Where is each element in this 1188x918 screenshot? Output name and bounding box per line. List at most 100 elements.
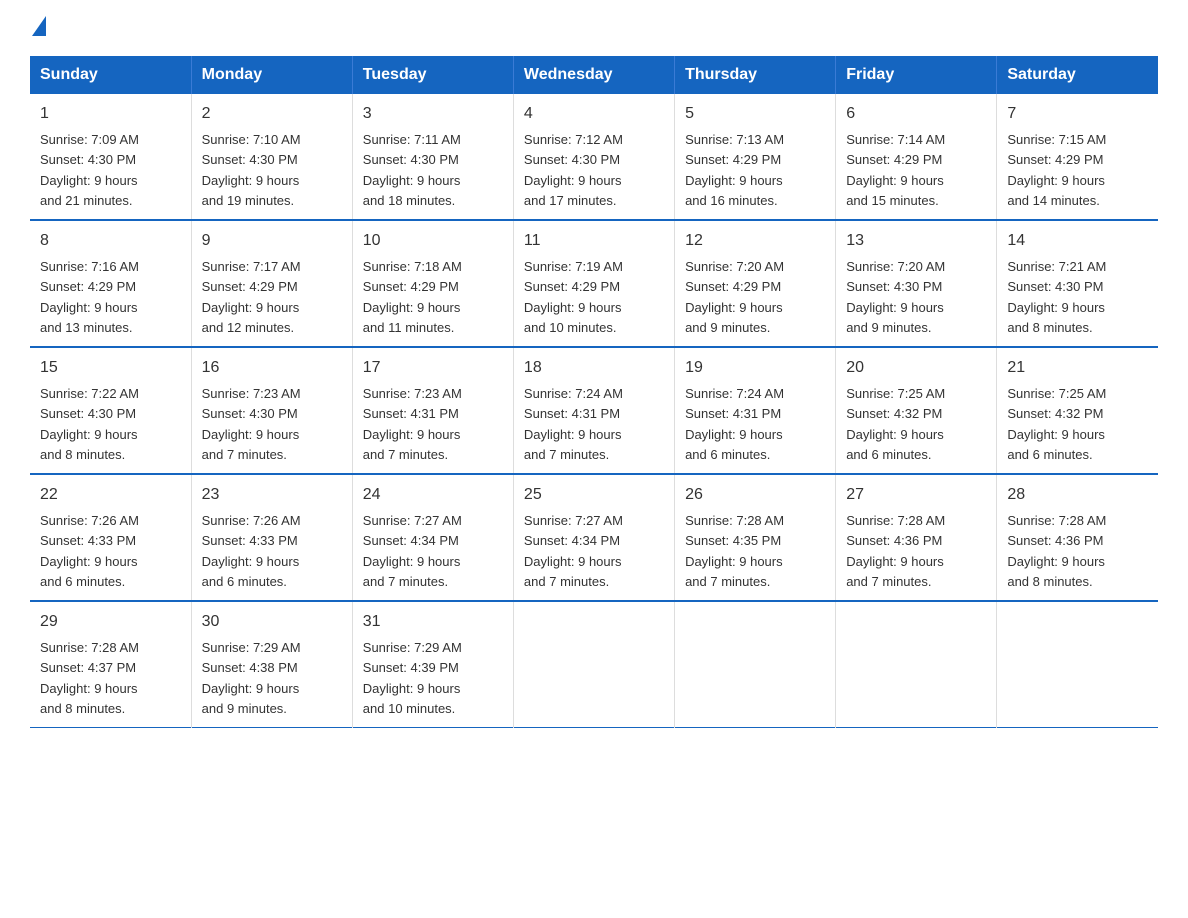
day-number: 21 xyxy=(1007,356,1148,380)
day-info: Sunrise: 7:27 AMSunset: 4:34 PMDaylight:… xyxy=(363,513,462,589)
calendar-cell: 13 Sunrise: 7:20 AMSunset: 4:30 PMDayligh… xyxy=(836,220,997,347)
day-number: 13 xyxy=(846,229,986,253)
header-friday: Friday xyxy=(836,56,997,94)
week-row-2: 8Sunrise: 7:16 AMSunset: 4:29 PMDaylight… xyxy=(30,220,1158,347)
day-info: Sunrise: 7:25 AMSunset: 4:32 PMDaylight:… xyxy=(1007,386,1106,462)
day-number: 30 xyxy=(202,610,342,634)
day-info: Sunrise: 7:20 AMSunset: 4:29 PMDaylight:… xyxy=(685,259,784,335)
day-number: 24 xyxy=(363,483,503,507)
day-number: 5 xyxy=(685,102,825,126)
day-number: 31 xyxy=(363,610,503,634)
calendar-cell xyxy=(675,601,836,728)
calendar-cell: 7 Sunrise: 7:15 AMSunset: 4:29 PMDaylight… xyxy=(997,94,1158,220)
header-tuesday: Tuesday xyxy=(352,56,513,94)
day-number: 12 xyxy=(685,229,825,253)
day-info: Sunrise: 7:28 AMSunset: 4:37 PMDaylight:… xyxy=(40,640,139,716)
day-info: Sunrise: 7:29 AMSunset: 4:38 PMDaylight:… xyxy=(202,640,301,716)
day-info: Sunrise: 7:20 AMSunset: 4:30 PMDaylight:… xyxy=(846,259,945,335)
calendar-cell: 20Sunrise: 7:25 AMSunset: 4:32 PMDayligh… xyxy=(836,347,997,474)
day-info: Sunrise: 7:15 AMSunset: 4:29 PMDaylight:… xyxy=(1007,132,1106,208)
day-number: 20 xyxy=(846,356,986,380)
day-info: Sunrise: 7:17 AMSunset: 4:29 PMDaylight:… xyxy=(202,259,301,335)
day-number: 26 xyxy=(685,483,825,507)
calendar-cell: 26Sunrise: 7:28 AMSunset: 4:35 PMDayligh… xyxy=(675,474,836,601)
calendar-cell: 18 Sunrise: 7:24 AMSunset: 4:31 PMDayligh… xyxy=(513,347,674,474)
day-info: Sunrise: 7:22 AMSunset: 4:30 PMDaylight:… xyxy=(40,386,139,462)
day-info: Sunrise: 7:26 AMSunset: 4:33 PMDaylight:… xyxy=(202,513,301,589)
day-number: 25 xyxy=(524,483,664,507)
header-saturday: Saturday xyxy=(997,56,1158,94)
calendar-cell: 12 Sunrise: 7:20 AMSunset: 4:29 PMDayligh… xyxy=(675,220,836,347)
calendar-cell: 19 Sunrise: 7:24 AMSunset: 4:31 PMDayligh… xyxy=(675,347,836,474)
calendar-cell: 2 Sunrise: 7:10 AMSunset: 4:30 PMDaylight… xyxy=(191,94,352,220)
week-row-3: 15 Sunrise: 7:22 AMSunset: 4:30 PMDayligh… xyxy=(30,347,1158,474)
calendar-cell: 23 Sunrise: 7:26 AMSunset: 4:33 PMDayligh… xyxy=(191,474,352,601)
calendar-cell: 16 Sunrise: 7:23 AMSunset: 4:30 PMDayligh… xyxy=(191,347,352,474)
day-number: 9 xyxy=(202,229,342,253)
day-number: 10 xyxy=(363,229,503,253)
day-info: Sunrise: 7:09 AMSunset: 4:30 PMDaylight:… xyxy=(40,132,139,208)
day-number: 7 xyxy=(1007,102,1148,126)
day-info: Sunrise: 7:19 AMSunset: 4:29 PMDaylight:… xyxy=(524,259,623,335)
calendar-cell: 10 Sunrise: 7:18 AMSunset: 4:29 PMDayligh… xyxy=(352,220,513,347)
day-number: 29 xyxy=(40,610,181,634)
day-number: 15 xyxy=(40,356,181,380)
calendar-cell: 9 Sunrise: 7:17 AMSunset: 4:29 PMDaylight… xyxy=(191,220,352,347)
day-info: Sunrise: 7:27 AMSunset: 4:34 PMDaylight:… xyxy=(524,513,623,589)
day-info: Sunrise: 7:10 AMSunset: 4:30 PMDaylight:… xyxy=(202,132,301,208)
calendar-cell: 27 Sunrise: 7:28 AMSunset: 4:36 PMDayligh… xyxy=(836,474,997,601)
calendar-cell: 1 Sunrise: 7:09 AMSunset: 4:30 PMDaylight… xyxy=(30,94,191,220)
header-monday: Monday xyxy=(191,56,352,94)
day-info: Sunrise: 7:14 AMSunset: 4:29 PMDaylight:… xyxy=(846,132,945,208)
calendar-cell: 15 Sunrise: 7:22 AMSunset: 4:30 PMDayligh… xyxy=(30,347,191,474)
day-number: 17 xyxy=(363,356,503,380)
calendar-cell: 29 Sunrise: 7:28 AMSunset: 4:37 PMDayligh… xyxy=(30,601,191,728)
day-number: 3 xyxy=(363,102,503,126)
day-number: 4 xyxy=(524,102,664,126)
calendar-cell: 14 Sunrise: 7:21 AMSunset: 4:30 PMDayligh… xyxy=(997,220,1158,347)
day-number: 1 xyxy=(40,102,181,126)
day-info: Sunrise: 7:28 AMSunset: 4:36 PMDaylight:… xyxy=(846,513,945,589)
day-number: 23 xyxy=(202,483,342,507)
day-number: 22 xyxy=(40,483,181,507)
calendar-cell: 28Sunrise: 7:28 AMSunset: 4:36 PMDayligh… xyxy=(997,474,1158,601)
logo-triangle-icon xyxy=(32,16,46,36)
day-number: 2 xyxy=(202,102,342,126)
day-info: Sunrise: 7:28 AMSunset: 4:36 PMDaylight:… xyxy=(1007,513,1106,589)
calendar-cell: 25 Sunrise: 7:27 AMSunset: 4:34 PMDayligh… xyxy=(513,474,674,601)
day-number: 16 xyxy=(202,356,342,380)
calendar-table: SundayMondayTuesdayWednesdayThursdayFrid… xyxy=(30,56,1158,728)
calendar-cell xyxy=(836,601,997,728)
calendar-cell: 17 Sunrise: 7:23 AMSunset: 4:31 PMDayligh… xyxy=(352,347,513,474)
calendar-header-row: SundayMondayTuesdayWednesdayThursdayFrid… xyxy=(30,56,1158,94)
calendar-cell xyxy=(513,601,674,728)
day-number: 18 xyxy=(524,356,664,380)
day-info: Sunrise: 7:23 AMSunset: 4:31 PMDaylight:… xyxy=(363,386,462,462)
calendar-cell: 5Sunrise: 7:13 AMSunset: 4:29 PMDaylight… xyxy=(675,94,836,220)
calendar-cell: 11Sunrise: 7:19 AMSunset: 4:29 PMDayligh… xyxy=(513,220,674,347)
week-row-4: 22 Sunrise: 7:26 AMSunset: 4:33 PMDayligh… xyxy=(30,474,1158,601)
day-info: Sunrise: 7:18 AMSunset: 4:29 PMDaylight:… xyxy=(363,259,462,335)
calendar-cell: 31 Sunrise: 7:29 AMSunset: 4:39 PMDayligh… xyxy=(352,601,513,728)
calendar-cell xyxy=(997,601,1158,728)
day-info: Sunrise: 7:16 AMSunset: 4:29 PMDaylight:… xyxy=(40,259,139,335)
week-row-1: 1 Sunrise: 7:09 AMSunset: 4:30 PMDaylight… xyxy=(30,94,1158,220)
day-number: 27 xyxy=(846,483,986,507)
calendar-cell: 6 Sunrise: 7:14 AMSunset: 4:29 PMDaylight… xyxy=(836,94,997,220)
calendar-cell: 24 Sunrise: 7:27 AMSunset: 4:34 PMDayligh… xyxy=(352,474,513,601)
day-number: 14 xyxy=(1007,229,1148,253)
day-number: 6 xyxy=(846,102,986,126)
calendar-cell: 3 Sunrise: 7:11 AMSunset: 4:30 PMDaylight… xyxy=(352,94,513,220)
day-info: Sunrise: 7:12 AMSunset: 4:30 PMDaylight:… xyxy=(524,132,623,208)
header-thursday: Thursday xyxy=(675,56,836,94)
week-row-5: 29 Sunrise: 7:28 AMSunset: 4:37 PMDayligh… xyxy=(30,601,1158,728)
day-info: Sunrise: 7:11 AMSunset: 4:30 PMDaylight:… xyxy=(363,132,461,208)
logo xyxy=(30,20,46,36)
day-info: Sunrise: 7:24 AMSunset: 4:31 PMDaylight:… xyxy=(524,386,623,462)
calendar-cell: 21 Sunrise: 7:25 AMSunset: 4:32 PMDayligh… xyxy=(997,347,1158,474)
day-number: 19 xyxy=(685,356,825,380)
day-info: Sunrise: 7:24 AMSunset: 4:31 PMDaylight:… xyxy=(685,386,784,462)
day-info: Sunrise: 7:23 AMSunset: 4:30 PMDaylight:… xyxy=(202,386,301,462)
day-info: Sunrise: 7:29 AMSunset: 4:39 PMDaylight:… xyxy=(363,640,462,716)
day-info: Sunrise: 7:21 AMSunset: 4:30 PMDaylight:… xyxy=(1007,259,1106,335)
